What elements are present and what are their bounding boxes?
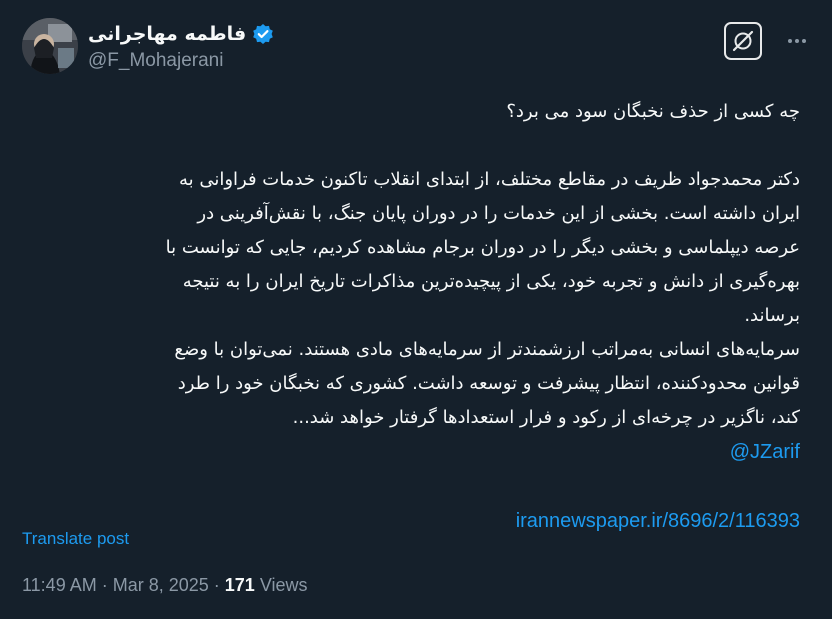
display-name[interactable]: فاطمه مهاجرانی [88,23,246,45]
name-row: فاطمه مهاجرانی [88,20,388,48]
tweet-line: برساند. [744,305,800,326]
link-row: irannewspaper.ir/8696/2/116393 [20,504,800,539]
translate-post-link[interactable]: Translate post [22,529,129,549]
more-options-button[interactable] [782,26,812,56]
tweet-line: قوانین محدودکننده، انتظار پیشرفت و توسعه… [177,373,800,394]
tweet-line: عرصه دیپلماسی و بخشی دیگر را در دوران بر… [165,237,800,258]
tweet-line: بهره‌گیری از دانش و تجربه خود، یکی از پی… [182,271,800,292]
grok-icon [732,30,754,52]
meta-separator: · [208,575,225,595]
user-info: فاطمه مهاجرانی @F_Mohajerani [88,20,388,72]
tweet-text: چه کسی از حذف نخبگان سود می برد؟ دکتر مح… [20,95,800,539]
user-handle[interactable]: @F_Mohajerani [88,50,388,72]
external-link[interactable]: irannewspaper.ir/8696/2/116393 [516,510,800,532]
mention-row: @JZarif [20,435,800,470]
views-count: 171 [224,575,255,595]
tweet-line: کند، ناگزیر در چرخه‌ای از رکود و فرار اس… [292,407,800,428]
tweet-header: فاطمه مهاجرانی @F_Mohajerani [22,18,812,78]
more-dots-icon [788,39,806,43]
avatar[interactable] [22,18,78,74]
meta-separator: · [96,575,113,595]
verified-badge-icon[interactable] [252,23,274,45]
mention-link[interactable]: @JZarif [730,441,800,463]
tweet-line: دکتر محمدجواد ظریف در مقاطع مختلف، از اب… [178,169,800,190]
grok-button[interactable] [724,22,762,60]
post-time[interactable]: 11:49 AM [22,575,97,595]
tweet-line: سرمایه‌های انسانی به‌مراتب ارزشمندتر از … [174,339,800,360]
tweet-card: فاطمه مهاجرانی @F_Mohajerani چه کسی از ح… [0,0,832,619]
tweet-question: چه کسی از حذف نخبگان سود می برد؟ [506,101,800,122]
views-label: Views [254,575,308,595]
tweet-meta: 11:49 AM · Mar 8, 2025 · 171 Views [22,575,308,596]
tweet-line: ایران داشته است. بخشی از این خدمات را در… [197,203,800,224]
post-date[interactable]: Mar 8, 2025 [113,575,209,595]
